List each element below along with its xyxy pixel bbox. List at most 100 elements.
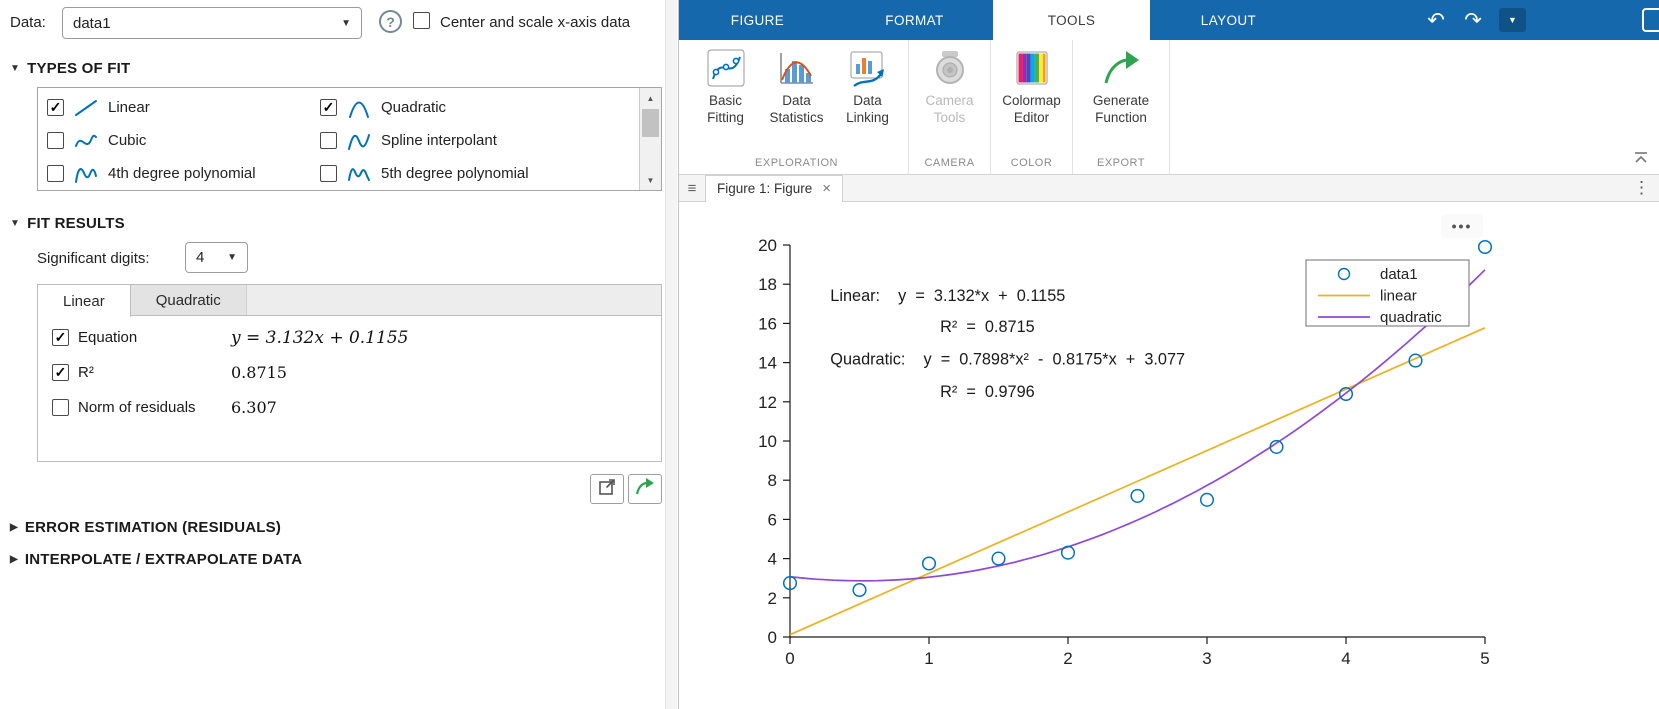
checkbox[interactable] [47,132,64,149]
data-linking-button[interactable]: Data Linking [832,47,903,126]
ribbon-tab-figure[interactable]: FIGURE [679,0,836,40]
y-tick-label: 8 [768,471,777,490]
spline-fit-icon [346,131,372,151]
panel-scrollbar[interactable] [665,0,677,709]
tab-linear[interactable]: Linear [38,285,131,317]
ribbon-group-color: Colormap Editor COLOR [991,40,1073,174]
button-label: Basic [708,93,742,108]
colormap-editor-icon [1011,47,1053,92]
export-icon [634,477,656,501]
basic-fitting-button[interactable]: Basic Fitting [690,47,761,126]
button-label: Colormap [1002,93,1061,108]
open-in-new-window-button[interactable] [590,474,624,504]
button-label: Fitting [707,110,744,125]
y-tick-label: 14 [758,354,777,373]
result-value: 0.8715 [231,363,287,382]
toolbar-dropdown-button[interactable]: ▼ [1499,8,1526,32]
window-icon[interactable] [1642,8,1659,32]
fit-results-title: FIT RESULTS [27,215,125,232]
chevron-right-icon: ▶ [10,554,18,565]
scroll-down-icon[interactable]: ▼ [640,170,661,190]
y-tick-label: 2 [768,589,777,608]
fit-type-cubic[interactable]: Cubic [47,124,320,157]
axes-toolbar-button[interactable]: ••• [1441,214,1483,238]
ribbon-tab-layout[interactable]: LAYOUT [1150,0,1307,40]
error-estimation-section[interactable]: ▶ ERROR ESTIMATION (RESIDUALS) [10,519,281,536]
chevron-down-icon: ▼ [10,218,21,229]
generate-function-icon [1100,47,1142,92]
figure-plot[interactable]: 024681012141618200 1 2 3 4 5Linear: y = 3.132… [679,202,1659,709]
data-select-value: data1 [73,14,111,32]
significant-digits-select[interactable]: 4 ▼ [185,242,248,273]
close-icon[interactable]: × [822,180,831,197]
checkbox[interactable] [52,399,69,416]
checkbox[interactable] [47,99,64,116]
y-tick-label: 4 [768,550,777,569]
checkbox[interactable] [320,99,337,116]
chevron-right-icon: ▶ [10,522,18,533]
figure-window: FIGURE FORMAT TOOLS LAYOUT ↶ ↷ ▼ Basic Fi… [679,0,1659,709]
types-of-fit-title: TYPES OF FIT [27,60,131,77]
figure-tab[interactable]: Figure 1: Figure × [705,174,844,202]
scrollbar-thumb[interactable] [642,109,659,137]
ribbon-group-camera: Camera Tools CAMERA [909,40,991,174]
data-select[interactable]: data1 ▼ [62,7,362,39]
x-tick-label: 4 [1341,649,1350,668]
quadratic-fit-icon [346,98,372,118]
interpolate-extrapolate-section[interactable]: ▶ INTERPOLATE / EXTRAPOLATE DATA [10,551,302,568]
y-tick-label: 18 [758,275,777,294]
figure-tabbar: ≡ Figure 1: Figure × ⋮ [679,174,1659,202]
data-statistics-button[interactable]: Data Statistics [761,47,832,126]
colormap-editor-button[interactable]: Colormap Editor [996,47,1067,126]
fit-type-5th-degree-polynomial[interactable]: 5th degree polynomial [320,157,631,190]
chevron-down-icon: ▼ [341,17,351,29]
linear-fit-line[interactable] [789,327,1486,636]
legend-label: data1 [1380,266,1418,283]
figure-tab-title: Figure 1: Figure [717,181,813,196]
checkbox[interactable] [320,132,337,149]
fit-type-label: Cubic [108,132,147,149]
redo-button[interactable]: ↷ [1458,5,1488,35]
plot-legend[interactable]: data1 linear quadratic [1305,259,1470,327]
fit-annotation: Quadratic: y = 0.7898*x² - 0.8175*x + 3.… [830,351,1185,369]
button-label: Editor [1013,110,1050,125]
fit-type-spline-interpolant[interactable]: Spline interpolant [320,124,631,157]
scroll-up-icon[interactable]: ▲ [640,88,661,108]
significant-digits-label: Significant digits: [37,250,150,267]
export-results-button[interactable] [628,474,662,504]
y-tick-label: 12 [758,393,777,412]
button-label: Function [1095,110,1147,125]
checkbox[interactable] [320,165,337,182]
fit-type-4th-degree-polynomial[interactable]: 4th degree polynomial [47,157,320,190]
fit-result-row-norm-of-residuals: Norm of residuals 6.307 [52,398,277,417]
button-label: Generate [1092,93,1150,108]
ribbon-tab-format[interactable]: FORMAT [836,0,993,40]
types-of-fit-header[interactable]: ▼ TYPES OF FIT [10,60,130,77]
help-icon[interactable]: ? [379,10,402,33]
scrollbar[interactable]: ▲ ▼ [639,88,661,190]
checkbox[interactable] [52,329,69,346]
x-tick-label: 5 [1480,649,1489,668]
button-label: Tools [933,110,966,125]
fit-type-quadratic[interactable]: Quadratic [320,91,631,124]
checkbox[interactable] [47,165,64,182]
x-tick-label: 3 [1202,649,1211,668]
section-title: ERROR ESTIMATION (RESIDUALS) [24,519,282,536]
fit-type-linear[interactable]: Linear [47,91,320,124]
document-menu-icon[interactable]: ≡ [679,180,705,197]
tab-quadratic[interactable]: Quadratic [130,285,247,315]
y-tick-label: 6 [768,510,777,529]
ribbon-tab-tools[interactable]: TOOLS [993,0,1150,40]
collapse-ribbon-icon[interactable] [1633,151,1649,168]
y-tick-label: 0 [768,628,777,647]
y-tick-label: 10 [758,432,777,451]
fit-results-header[interactable]: ▼ FIT RESULTS [10,215,125,232]
checkbox[interactable] [52,364,69,381]
center-scale-checkbox[interactable] [413,12,430,29]
ribbon-content: Basic Fitting Data Statistics Data Linking EXP… [679,40,1659,175]
undo-button[interactable]: ↶ [1421,5,1451,35]
result-label: Norm of residuals [78,399,196,416]
fit-result-row-equation: Equation y = 3.132x + 0.1155 [52,328,408,348]
more-options-icon[interactable]: ⋮ [1633,178,1650,198]
generate-function-button[interactable]: Generate Function [1078,47,1164,126]
